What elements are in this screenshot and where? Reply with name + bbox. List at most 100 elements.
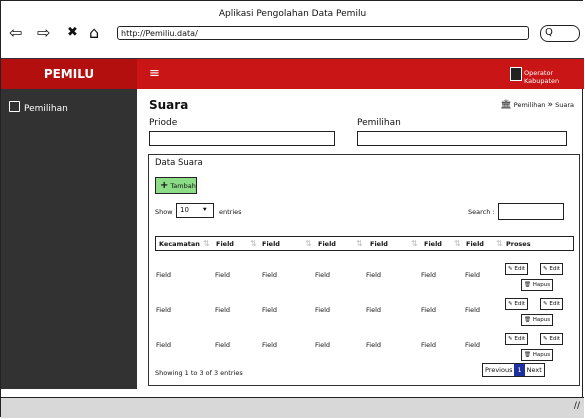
column-header[interactable]: Field — [370, 240, 388, 248]
status-bar: ∕∕ — [1, 397, 584, 418]
panel-title: Data Suara — [155, 158, 203, 168]
column-header[interactable]: Kecamatan — [159, 240, 200, 248]
add-button[interactable]: + Tambah — [155, 177, 197, 194]
edit-button[interactable]: ✎ Edit — [505, 298, 529, 310]
table-header: Kecamatan ⇅ Field ⇅ Field ⇅ Field ⇅ Fiel… — [155, 236, 574, 251]
column-header[interactable]: Field — [424, 240, 442, 248]
table-cell: Field — [215, 271, 231, 279]
data-suara-panel: Data Suara + Tambah Show 10 ⯆ entries Sear… — [148, 154, 580, 386]
column-header[interactable]: Field — [318, 240, 336, 248]
sort-icon[interactable]: ⇅ — [203, 239, 210, 248]
table-cell: Field — [315, 306, 331, 314]
table-cell: Field — [421, 271, 437, 279]
edit-button[interactable]: ✎ Edit — [505, 263, 529, 275]
table-cell: Field — [156, 271, 172, 279]
breadcrumb-item-suara: Suara — [555, 101, 574, 109]
pemilihan-label: Pemilihan — [357, 118, 401, 128]
search-label: Search : — [468, 208, 495, 216]
delete-button[interactable]: 🗑 Hapus — [521, 279, 554, 291]
table-cell: Field — [315, 341, 331, 349]
periode-input[interactable] — [149, 131, 335, 146]
edit-label: Edit — [514, 266, 526, 272]
column-header[interactable]: Proses — [506, 240, 531, 248]
pencil-icon: ✎ — [543, 336, 548, 342]
edit-label: Edit — [549, 336, 561, 342]
pagination: Previous 1 Next — [482, 363, 545, 377]
browser-chrome: Aplikasi Pengolahan Data Pemilu ⇦ ⇨ ✖ ⌂ … — [1, 1, 584, 59]
table-cell: Field — [262, 271, 278, 279]
next-button[interactable]: Next — [525, 364, 544, 376]
entries-label: entries — [219, 208, 242, 216]
address-bar[interactable]: http://Pemiliu.data/ — [117, 26, 529, 40]
table-cell: Field — [366, 341, 382, 349]
calendar-icon — [9, 101, 20, 112]
table-cell: Field — [262, 341, 278, 349]
forward-icon[interactable]: ⇨ — [37, 25, 50, 41]
plus-icon: + — [160, 180, 169, 191]
search-icon[interactable]: Q — [540, 25, 580, 42]
sort-icon[interactable]: ⇅ — [411, 239, 418, 248]
edit-button[interactable]: ✎ Edit — [540, 298, 564, 310]
table-cell: Field — [366, 306, 382, 314]
menu-icon[interactable]: ≡ — [149, 66, 160, 81]
previous-button[interactable]: Previous — [483, 364, 514, 376]
table-cell: Field — [215, 341, 231, 349]
edit-button[interactable]: ✎ Edit — [540, 263, 564, 275]
edit-button[interactable]: ✎ Edit — [505, 333, 529, 345]
close-icon[interactable]: ✖ — [67, 25, 78, 41]
delete-label: Hapus — [532, 352, 551, 358]
delete-button[interactable]: 🗑 Hapus — [521, 349, 554, 361]
chevron-down-icon: ⯆ — [202, 206, 208, 214]
column-header[interactable]: Field — [216, 240, 234, 248]
table-cell: Field — [421, 341, 437, 349]
edit-label: Edit — [549, 266, 561, 272]
sort-icon[interactable]: ⇅ — [305, 239, 312, 248]
back-icon[interactable]: ⇦ — [9, 25, 22, 41]
sort-icon[interactable]: ⇅ — [250, 239, 257, 248]
institution-icon: 🏛 — [500, 100, 512, 110]
breadcrumb-item-pemilihan[interactable]: Pemilihan — [514, 101, 546, 109]
page-1-button[interactable]: 1 — [514, 364, 525, 376]
periode-label: Priode — [149, 118, 178, 128]
delete-label: Hapus — [532, 282, 551, 288]
main-content: Suara 🏛 Pemilihan » Suara Priode Pemilih… — [137, 89, 584, 389]
page-size-select[interactable]: 10 ⯆ — [176, 203, 214, 218]
sidebar-item-pemilihan[interactable]: Pemilihan — [9, 101, 68, 114]
pencil-icon: ✎ — [543, 266, 548, 272]
pencil-icon: ✎ — [508, 266, 513, 272]
user-icon — [510, 67, 522, 81]
brand-logo[interactable]: PEMILU — [1, 59, 137, 89]
delete-label: Hapus — [532, 317, 551, 323]
table-cell: Field — [465, 341, 481, 349]
table-cell: Field — [366, 271, 382, 279]
table-cell: Field — [421, 306, 437, 314]
home-icon[interactable]: ⌂ — [89, 25, 99, 41]
add-button-label: Tambah — [170, 182, 196, 190]
pagination-info: Showing 1 to 3 of 3 entries — [155, 369, 243, 377]
table-cell: Field — [465, 271, 481, 279]
sort-icon[interactable]: ⇅ — [496, 239, 503, 248]
column-header[interactable]: Field — [466, 240, 484, 248]
browser-window: Aplikasi Pengolahan Data Pemilu ⇦ ⇨ ✖ ⌂ … — [0, 0, 584, 418]
breadcrumb-separator: » — [547, 100, 554, 110]
user-label[interactable]: Operator Kabupaten — [524, 69, 584, 85]
column-header[interactable]: Field — [262, 240, 280, 248]
pemilihan-input[interactable] — [357, 131, 567, 146]
pencil-icon: ✎ — [508, 301, 513, 307]
trash-icon: 🗑 — [524, 282, 531, 288]
resize-grip-icon[interactable]: ∕∕ — [574, 401, 580, 411]
search-input[interactable] — [498, 203, 564, 220]
sort-icon[interactable]: ⇅ — [454, 239, 461, 248]
breadcrumb: 🏛 Pemilihan » Suara — [500, 100, 574, 110]
edit-button[interactable]: ✎ Edit — [540, 333, 564, 345]
top-navbar: PEMILU ≡ Operator Kabupaten — [1, 59, 584, 89]
table-cell: Field — [215, 306, 231, 314]
delete-button[interactable]: 🗑 Hapus — [521, 314, 554, 326]
window-title: Aplikasi Pengolahan Data Pemilu — [218, 9, 367, 19]
table-cell: Field — [156, 341, 172, 349]
table-cell: Field — [465, 306, 481, 314]
trash-icon: 🗑 — [524, 317, 531, 323]
show-label: Show — [155, 208, 173, 216]
table-cell: Field — [262, 306, 278, 314]
sort-icon[interactable]: ⇅ — [356, 239, 363, 248]
